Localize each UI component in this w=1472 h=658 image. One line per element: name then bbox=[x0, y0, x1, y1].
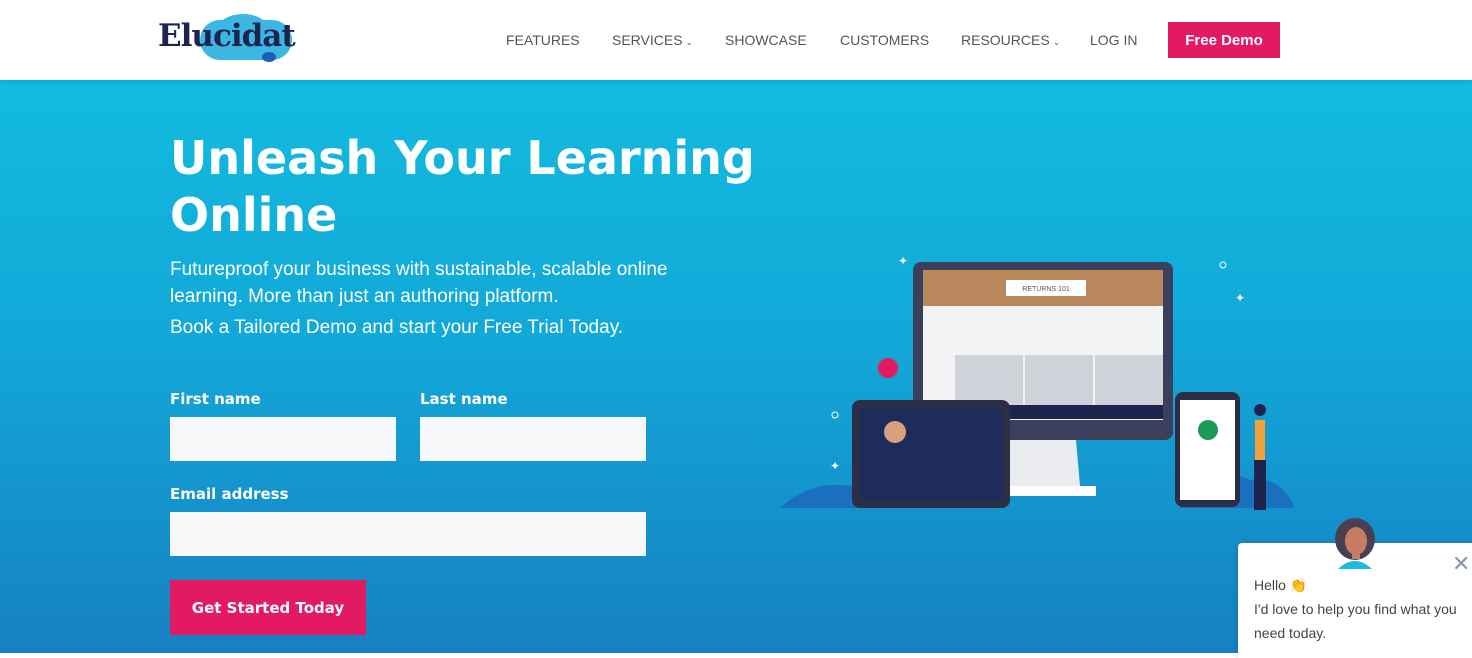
first-name-label: First name bbox=[170, 390, 261, 408]
nav-login[interactable]: LOG IN bbox=[1090, 32, 1137, 48]
chevron-down-icon: ⌄ bbox=[685, 37, 694, 47]
hero-title: Unleash Your Learning Online bbox=[170, 131, 755, 242]
email-label: Email address bbox=[170, 485, 289, 503]
svg-text:✦: ✦ bbox=[1235, 291, 1245, 305]
nav-showcase[interactable]: SHOWCASE bbox=[725, 32, 807, 48]
last-name-label: Last name bbox=[420, 390, 508, 408]
nav-customers[interactable]: CUSTOMERS bbox=[840, 32, 929, 48]
svg-text:✦: ✦ bbox=[898, 254, 908, 268]
nav-services[interactable]: SERVICES ⌄ bbox=[612, 32, 693, 48]
chevron-down-icon: ⌄ bbox=[1052, 37, 1061, 47]
chat-agent-avatar bbox=[1335, 518, 1375, 569]
nav-resources[interactable]: RESOURCES ⌄ bbox=[961, 32, 1060, 48]
email-input[interactable] bbox=[170, 512, 646, 556]
free-demo-button[interactable]: Free Demo bbox=[1168, 22, 1280, 58]
nav-features[interactable]: FEATURES bbox=[506, 32, 580, 48]
last-name-input[interactable] bbox=[420, 417, 646, 461]
elucidat-logo[interactable]: Elucidat bbox=[158, 14, 298, 66]
site-header: Elucidat FEATURES SERVICES ⌄ SHOWCASE CUS… bbox=[0, 0, 1472, 80]
first-name-input[interactable] bbox=[170, 417, 396, 461]
illustration-title: RETURNS 101 bbox=[1022, 286, 1070, 293]
devices-illustration: RETURNS 101 ✦ ✦ ✦ bbox=[780, 254, 1295, 510]
chat-message: I'd love to help you find what you need … bbox=[1254, 601, 1457, 641]
svg-text:✦: ✦ bbox=[830, 459, 840, 473]
hero-subtitle: Futureproof your business with sustainab… bbox=[170, 259, 668, 307]
hero-cta-text: Book a Tailored Demo and start your Free… bbox=[170, 317, 624, 338]
get-started-button[interactable]: Get Started Today bbox=[170, 580, 366, 635]
chat-greeting: Hello 👏 bbox=[1254, 577, 1308, 593]
